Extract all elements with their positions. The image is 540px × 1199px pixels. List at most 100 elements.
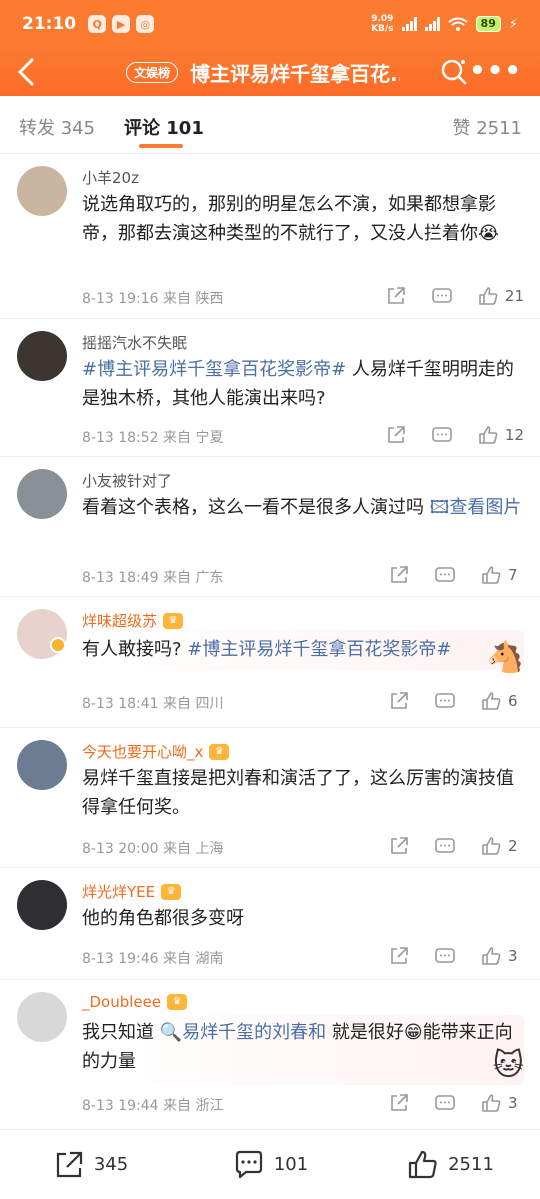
- comment-icon[interactable]: [431, 285, 453, 307]
- comment-list: 小羊20z 说选角取巧的，那别的明星怎么不演，如果都想拿影帝，那都去演这种类型的…: [0, 154, 540, 1128]
- comment-text: #博主评易烊千玺拿百花奖影帝# 人易烊千玺明明走的是独木桥，其他人能演出来吗?: [82, 355, 527, 413]
- comment-icon[interactable]: [434, 835, 456, 857]
- avatar[interactable]: [17, 992, 67, 1042]
- comment-icon[interactable]: [431, 424, 453, 446]
- verified-badge: [50, 637, 66, 653]
- like-count-total: 2511: [448, 1154, 494, 1175]
- comment-actions: 7: [364, 564, 524, 586]
- comment-icon[interactable]: [434, 690, 456, 712]
- share-icon[interactable]: [388, 564, 410, 586]
- net-speed: 9.09 KB/s: [371, 14, 393, 34]
- comment-text: 说选角取巧的，那别的明星怎么不演，如果都想拿影帝，那都去演这种类型的不就行了，又…: [82, 194, 500, 244]
- username[interactable]: 烊味超级苏: [82, 610, 157, 631]
- tab-repost[interactable]: 转发 345: [19, 114, 95, 140]
- like-icon[interactable]: [480, 945, 502, 967]
- username-row: 今天也要开心呦_x ♛: [82, 741, 230, 762]
- like-icon[interactable]: [480, 690, 502, 712]
- repost-count: 345: [93, 1154, 129, 1175]
- comment-text-body: 看着这个表格，这么一看不是很多人演过吗: [82, 497, 430, 518]
- like-icon[interactable]: [480, 835, 502, 857]
- comment-text: 易烊千玺直接是把刘春和演活了了，这么厉害的演技值得拿任何奖。: [82, 768, 514, 818]
- comment-button[interactable]: 101: [180, 1148, 360, 1182]
- chat-app-icon: ◎: [136, 15, 155, 33]
- username-row: 摇摇汽水不失眠: [82, 332, 187, 353]
- nav-bar: 文娱榜 博主评易烊千玺拿百花... •••: [0, 48, 540, 96]
- search-icon[interactable]: [438, 56, 470, 88]
- comment-item: 小羊20z 说选角取巧的，那别的明星怎么不演，如果都想拿影帝，那都去演这种类型的…: [0, 154, 540, 319]
- username[interactable]: 摇摇汽水不失眠: [82, 332, 187, 353]
- tab-bar: 转发 345 评论 101 赞 2511: [0, 96, 540, 154]
- username-row: _Doubleee ♛: [82, 993, 188, 1011]
- share-icon[interactable]: [388, 1092, 410, 1114]
- username[interactable]: 今天也要开心呦_x: [82, 741, 203, 762]
- comment-text: 我只知道 🔍易烊千玺的刘春和 就是很好😁能带来正向的力量: [82, 1018, 527, 1076]
- share-icon[interactable]: [385, 285, 407, 307]
- comment-count: 101: [273, 1154, 309, 1175]
- username[interactable]: _Doubleee: [82, 993, 161, 1011]
- like-count: 7: [508, 566, 518, 584]
- like-button[interactable]: 2511: [360, 1148, 540, 1182]
- qq-icon: Q: [88, 15, 107, 33]
- wifi-icon: [447, 17, 468, 31]
- comment-icon: [235, 1150, 262, 1178]
- like-icon[interactable]: [480, 1092, 502, 1114]
- status-bar: 21:10 Q ▶ ◎ 9.09 KB/s 89 ⚡: [0, 0, 540, 48]
- topic-tag[interactable]: 文娱榜: [126, 61, 179, 83]
- like-icon[interactable]: [477, 285, 499, 307]
- comment-text-body: 我只知道: [82, 1022, 160, 1043]
- comment-meta: 8-13 19:44 来自 浙江: [82, 1098, 224, 1114]
- username-row: 小友被针对了: [82, 470, 172, 491]
- repost-button[interactable]: 345: [0, 1148, 180, 1182]
- share-icon[interactable]: [388, 690, 410, 712]
- username-row: 烊光烊YEE ♛: [82, 881, 182, 902]
- share-icon[interactable]: [388, 835, 410, 857]
- page-title: 博主评易烊千玺拿百花...: [190, 61, 401, 86]
- comment-meta: 8-13 18:49 来自 广东: [82, 570, 224, 586]
- status-time: 21:10: [22, 14, 77, 34]
- status-app-icons: Q ▶ ◎: [88, 15, 155, 33]
- like-count: 3: [508, 947, 518, 965]
- net-speed-value: 9.09: [371, 14, 394, 24]
- search-topic-link[interactable]: 🔍易烊千玺的刘春和: [160, 1022, 326, 1043]
- username[interactable]: 小羊20z: [82, 167, 139, 188]
- member-crown-icon: ♛: [209, 743, 230, 760]
- member-crown-icon: ♛: [163, 612, 184, 629]
- comment-meta: 8-13 18:41 来自 四川: [82, 696, 224, 712]
- username[interactable]: 小友被针对了: [82, 470, 172, 491]
- comment-actions: 3: [364, 945, 524, 967]
- comment-actions: 21: [361, 285, 524, 307]
- comment-meta: 8-13 18:52 来自 宁夏: [82, 430, 224, 446]
- avatar[interactable]: [17, 469, 67, 519]
- comment-item: 摇摇汽水不失眠 #博主评易烊千玺拿百花奖影帝# 人易烊千玺明明走的是独木桥，其他…: [0, 319, 540, 457]
- comment-icon[interactable]: [434, 945, 456, 967]
- more-icon[interactable]: •••: [469, 58, 522, 84]
- like-icon[interactable]: [480, 564, 502, 586]
- username[interactable]: 烊光烊YEE: [82, 881, 155, 902]
- comment-text-body: 有人敢接吗?: [82, 639, 188, 660]
- like-count: 6: [508, 692, 518, 710]
- comment-item: 小友被针对了 看着这个表格，这么一看不是很多人演过吗 🖾查看图片 8-13 18…: [0, 457, 540, 597]
- comment-icon[interactable]: [434, 1092, 456, 1114]
- share-icon[interactable]: [388, 945, 410, 967]
- comment-icon[interactable]: [434, 564, 456, 586]
- avatar[interactable]: [17, 331, 67, 381]
- status-right: 9.09 KB/s 89 ⚡: [371, 14, 518, 34]
- comment-item: 🐱 _Doubleee ♛ 我只知道 🔍易烊千玺的刘春和 就是很好😁能带来正向的…: [0, 980, 540, 1128]
- view-image-link[interactable]: 🖾查看图片: [430, 497, 522, 518]
- avatar[interactable]: [17, 740, 67, 790]
- like-count: 3: [508, 1094, 518, 1112]
- like-icon[interactable]: [477, 424, 499, 446]
- topic-hashtag-link[interactable]: #博主评易烊千玺拿百花奖影帝#: [82, 359, 346, 380]
- like-count: 21: [504, 287, 524, 305]
- avatar[interactable]: [17, 166, 67, 216]
- back-icon[interactable]: [0, 52, 56, 92]
- member-crown-icon: ♛: [167, 994, 188, 1010]
- tab-comments[interactable]: 评论 101: [124, 114, 204, 140]
- share-icon[interactable]: [385, 424, 407, 446]
- comment-text: 看着这个表格，这么一看不是很多人演过吗 🖾查看图片: [82, 493, 527, 522]
- tab-likes[interactable]: 赞 2511: [452, 114, 522, 140]
- avatar[interactable]: [17, 880, 67, 930]
- net-speed-unit: KB/s: [371, 24, 394, 34]
- comment-meta: 8-13 20:00 来自 上海: [82, 841, 224, 857]
- topic-hashtag-link[interactable]: #博主评易烊千玺拿百花奖影帝#: [187, 639, 451, 660]
